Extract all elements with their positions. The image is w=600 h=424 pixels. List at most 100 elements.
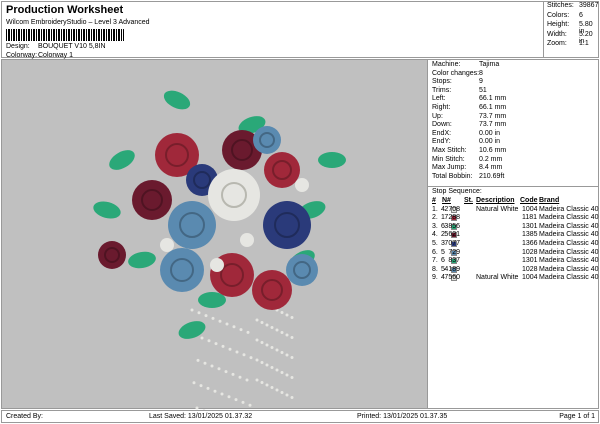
tassel-stitch <box>275 368 279 372</box>
row-code: 1301 <box>522 257 538 265</box>
col-n: N# <box>442 197 451 204</box>
row-num: 9. <box>432 274 438 282</box>
row-brand: Madeira Classic 40 <box>539 214 599 222</box>
stats-label: Width: <box>547 30 567 38</box>
row-brand: Madeira Classic 40 <box>539 222 599 230</box>
row-brand: Madeira Classic 40 <box>539 231 599 239</box>
small-white-flower <box>295 178 309 192</box>
tassel-stitch <box>275 388 279 392</box>
tassel-stitch <box>231 372 235 376</box>
row-code: 1028 <box>522 265 538 273</box>
info-value: 73.7 mm <box>479 112 507 120</box>
sequence-header: # N# St. Description Code Brand <box>428 197 599 206</box>
printed-date: Printed: 13/01/2025 01.37.35 <box>357 413 448 420</box>
row-num: 7. <box>432 257 438 265</box>
leaf <box>128 251 156 269</box>
info-row: Total Bobbin: 210.69ft <box>428 173 598 182</box>
leaf <box>93 201 121 219</box>
col-st: St. <box>464 197 473 204</box>
tassel-stitch <box>260 341 264 344</box>
barcode <box>6 29 124 41</box>
info-value: 66.1 mm <box>479 95 507 103</box>
tassel-stitch <box>245 378 249 382</box>
tassel-stitch <box>265 323 269 327</box>
tassel-stitch <box>197 311 201 315</box>
row-stitches: 837 <box>448 257 460 265</box>
info-label: Max Stitch: <box>432 146 467 154</box>
info-row: Min Stitch: 0.2 mm <box>428 156 598 165</box>
col-code: Code <box>520 197 538 204</box>
tassel-stitch <box>206 386 210 390</box>
row-code: 1004 <box>522 274 538 282</box>
info-value: 8.4 mm <box>479 164 503 172</box>
sequence-row: 5. 3 7077 1366 Madeira Classic 40 <box>428 240 599 249</box>
row-brand: Madeira Classic 40 <box>539 248 599 256</box>
leaf <box>163 90 191 110</box>
flower <box>263 201 311 249</box>
info-value: 51 <box>479 86 487 94</box>
tassel-stitch <box>290 396 294 399</box>
info-row: Max Stitch: 10.6 mm <box>428 147 598 156</box>
colorway-value: Colorway 1 <box>38 52 74 59</box>
tassel-stitch <box>232 325 236 329</box>
flower <box>168 201 216 249</box>
tassel-stitch <box>280 331 284 334</box>
row-stitches: 2708 <box>444 205 460 213</box>
tassel-stitch <box>239 328 243 332</box>
col-brand: Brand <box>539 197 560 204</box>
stats-label: Colors: <box>547 11 570 19</box>
tassel-stitch <box>235 350 239 354</box>
info-row: Right: 66.1 mm <box>428 104 598 113</box>
info-value: 0.2 mm <box>479 155 503 163</box>
page-title: Production Worksheet <box>6 4 124 16</box>
sequence-row: 7. 6 837 1301 Madeira Classic 40 <box>428 257 599 266</box>
tassel-stitch <box>255 338 259 342</box>
software-name: Wilcom EmbroideryStudio – Level 3 Advanc… <box>6 19 150 26</box>
design-preview <box>1 59 428 421</box>
flower <box>252 270 292 310</box>
tassel-stitch <box>213 389 217 393</box>
info-row: Down: 73.7 mm <box>428 121 598 130</box>
tassel-stitch <box>234 398 238 402</box>
sequence-row: 9. 4 7560 Natural White 1004 Madeira Classic … <box>428 274 599 283</box>
row-description: Natural White <box>476 205 519 213</box>
tassel-stitch <box>238 375 242 379</box>
tassel-stitch <box>255 378 259 382</box>
tassel-stitch <box>280 311 284 314</box>
row-code: 1181 <box>522 214 538 222</box>
stop-sequence: Stop Sequence: # N# St. Description Code… <box>428 186 599 283</box>
stats-row: Width: 5.20 in <box>544 30 600 45</box>
tassel-stitch <box>217 367 221 371</box>
row-code: 1028 <box>522 248 538 256</box>
tassel-stitch <box>241 400 245 404</box>
stats-value: 6 <box>579 11 583 19</box>
design-value: BOUQUET V10 5,8IN <box>38 43 106 50</box>
row-code: 1301 <box>522 222 538 230</box>
tassel-stitch <box>280 391 284 394</box>
tassel-stitch <box>218 319 222 323</box>
embroidery-bouquet-image <box>93 90 346 421</box>
tassel-stitch <box>210 364 214 368</box>
row-n: 5 <box>441 248 445 256</box>
tassel-stitch <box>220 392 224 396</box>
row-num: 6. <box>432 248 438 256</box>
stats-value: 1:1 <box>579 40 589 47</box>
row-num: 2. <box>432 214 438 222</box>
flower <box>286 254 318 286</box>
row-num: 1. <box>432 205 438 213</box>
info-label: Min Stitch: <box>432 155 465 163</box>
stop-sequence-title: Stop Sequence: <box>432 188 482 195</box>
row-brand: Madeira Classic 40 <box>539 274 599 282</box>
tassel-stitch <box>280 351 284 354</box>
stats-label: Zoom: <box>547 40 567 47</box>
tassel-stitch <box>203 361 207 365</box>
tassel-stitch <box>290 356 294 359</box>
row-brand: Madeira Classic 40 <box>539 205 599 213</box>
info-row: Max Jump: 8.4 mm <box>428 164 598 173</box>
info-row: Machine: Tajima <box>428 61 598 70</box>
row-stitches: 7077 <box>444 239 460 247</box>
leaf <box>109 150 135 170</box>
sequence-row: 4. 2 5621 1385 Madeira Classic 40 <box>428 231 599 240</box>
info-label: EndY: <box>432 138 451 146</box>
tassel-stitch <box>242 353 246 357</box>
